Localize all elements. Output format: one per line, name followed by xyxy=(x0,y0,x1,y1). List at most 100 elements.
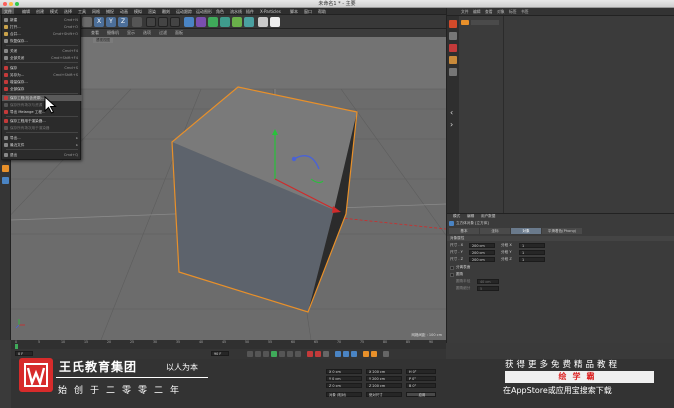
tab-phong[interactable]: 平滑着色(Phong) xyxy=(542,228,582,234)
coord-size-y[interactable]: Y 200 cm xyxy=(366,376,402,381)
am-menu-mode[interactable]: 模式 xyxy=(453,214,460,219)
menu-item-open[interactable]: 打开... Cmd+O xyxy=(2,24,82,30)
coord-rot-h[interactable]: H 0° xyxy=(406,369,436,374)
array-icon[interactable] xyxy=(220,17,230,27)
next-key-icon[interactable] xyxy=(287,351,293,357)
pen-spline-icon[interactable] xyxy=(196,17,206,27)
axis-x-button[interactable]: X xyxy=(94,17,104,27)
menu-pipeline[interactable]: 流水线 xyxy=(230,8,242,15)
timeline-ruler[interactable]: 0 5 10 15 20 25 30 35 40 45 50 55 60 65 … xyxy=(11,340,446,349)
axis-z-button[interactable]: Z xyxy=(118,17,128,27)
pla-key-icon[interactable] xyxy=(371,351,377,357)
viewport-menu-filter[interactable]: 过滤 xyxy=(159,29,167,37)
coord-size-z[interactable]: Z 200 cm xyxy=(366,383,402,388)
prev-frame-icon[interactable] xyxy=(263,351,269,357)
floor-icon[interactable] xyxy=(244,17,254,27)
menu-item-export-melange[interactable]: 导出 Melange 工程... xyxy=(2,109,82,115)
menu-render[interactable]: 渲染 xyxy=(148,8,156,15)
menu-item-revert[interactable]: 恢复保存... xyxy=(2,38,82,44)
coord-mode-select[interactable]: 对象 (相对) xyxy=(326,392,362,397)
menu-animate[interactable]: 动画 xyxy=(120,8,128,15)
viewport-menu-display[interactable]: 显示 xyxy=(127,29,135,37)
menu-sculpt[interactable]: 雕刻 xyxy=(162,8,170,15)
coord-size-x[interactable]: X 200 cm xyxy=(366,369,402,374)
menu-item-merge[interactable]: 合并... Cmd+Shift+O xyxy=(2,31,82,37)
coord-apply-button[interactable]: 应用 xyxy=(406,392,436,397)
menu-item-save-as[interactable]: 另存为... Cmd+Shift+S xyxy=(2,72,82,78)
seg-x-field[interactable]: 1 xyxy=(519,243,545,248)
tab-basic[interactable]: 基本 xyxy=(449,228,479,234)
menu-item-save-all[interactable]: 全部保存 xyxy=(2,86,82,92)
prev-key-icon[interactable] xyxy=(255,351,261,357)
keyframe-selection-icon[interactable] xyxy=(323,351,329,357)
render-picture-viewer-icon[interactable] xyxy=(158,17,168,27)
menu-plugins[interactable]: 插件 xyxy=(246,8,254,15)
menu-mograph[interactable]: 运动图形 xyxy=(196,8,212,15)
cube-object-icon[interactable] xyxy=(449,20,457,28)
render-view-icon[interactable] xyxy=(146,17,156,27)
om-menu-tags[interactable]: 标签 xyxy=(509,8,517,16)
viewport-menu-camera[interactable]: 摄像机 xyxy=(107,29,119,37)
camera-icon[interactable] xyxy=(258,17,268,27)
coord-pos-z[interactable]: Z 0 cm xyxy=(326,383,362,388)
am-menu-edit[interactable]: 编辑 xyxy=(467,214,474,219)
cube-object-row[interactable] xyxy=(471,20,499,25)
subdivision-icon[interactable] xyxy=(208,17,218,27)
undo-icon[interactable] xyxy=(82,17,92,27)
current-frame-field[interactable]: 0 F xyxy=(15,351,33,356)
coord-pos-y[interactable]: Y 0 cm xyxy=(326,376,362,381)
am-menu-user-data[interactable]: 用户数据 xyxy=(481,214,495,219)
menu-item-save-for-render[interactable]: 保存工程用于渲染器... xyxy=(2,118,82,124)
autokey-icon[interactable] xyxy=(315,351,321,357)
end-frame-field[interactable]: 90 F xyxy=(211,351,229,356)
viewport-menu-options[interactable]: 选项 xyxy=(143,29,151,37)
menu-mesh[interactable]: 网格 xyxy=(92,8,100,15)
go-to-end-icon[interactable] xyxy=(295,351,301,357)
snap-icon[interactable] xyxy=(2,165,9,172)
parameter-key-icon[interactable] xyxy=(363,351,369,357)
menu-item-save-project-with-assets[interactable]: 保存工程(包含资源)... xyxy=(2,95,82,101)
tag-icon[interactable] xyxy=(449,56,457,64)
go-to-start-icon[interactable] xyxy=(247,351,253,357)
om-menu-objects[interactable]: 对象 xyxy=(497,8,505,16)
next-frame-icon[interactable] xyxy=(279,351,285,357)
cube-object-row-icon[interactable] xyxy=(461,20,469,25)
coord-pos-x[interactable]: X 0 cm xyxy=(326,369,362,374)
size-y-field[interactable]: 200 cm xyxy=(469,250,495,255)
seg-y-field[interactable]: 1 xyxy=(519,250,545,255)
fillet-checkbox[interactable] xyxy=(450,273,454,277)
menu-item-export[interactable]: 导出... ▸ xyxy=(2,135,82,141)
menu-item-quit[interactable]: 退出 Cmd+Q xyxy=(2,152,82,158)
menu-motion-tracking[interactable]: 运动跟踪 xyxy=(176,8,192,15)
menu-item-incremental-save[interactable]: 增量保存... xyxy=(2,79,82,85)
om-menu-view[interactable]: 查看 xyxy=(485,8,493,16)
menu-item-close-all[interactable]: 全部关闭 Cmd+Shift+F4 xyxy=(2,55,82,61)
menu-item-new[interactable]: 新建 Cmd+N xyxy=(2,17,82,23)
separate-surfaces-checkbox[interactable] xyxy=(450,266,454,270)
coord-rot-b[interactable]: B 0° xyxy=(406,383,436,388)
menu-snap[interactable]: 捕捉 xyxy=(106,8,114,15)
coord-size-mode-select[interactable]: 绝对尺寸 xyxy=(366,392,402,397)
menu-xparticles[interactable]: X-Particles xyxy=(260,8,281,15)
render-settings-icon[interactable] xyxy=(170,17,180,27)
position-key-icon[interactable] xyxy=(335,351,341,357)
menu-script[interactable]: 脚本 xyxy=(290,8,298,15)
light-icon[interactable] xyxy=(270,17,280,27)
record-icon[interactable] xyxy=(307,351,313,357)
chevron-left-icon[interactable]: ‹ xyxy=(450,108,453,117)
timeline-options-icon[interactable] xyxy=(383,351,389,357)
menu-item-close[interactable]: 关闭 Cmd+F4 xyxy=(2,48,82,54)
tab-object[interactable]: 对象 xyxy=(511,228,541,234)
layer-icon[interactable] xyxy=(449,32,457,40)
menu-item-recent-files[interactable]: 最近文件 ▸ xyxy=(2,142,82,148)
tab-coord[interactable]: 坐标 xyxy=(480,228,510,234)
coord-system-icon[interactable] xyxy=(132,17,142,27)
workplane-lock-icon[interactable] xyxy=(2,177,9,184)
om-menu-bookmarks[interactable]: 书签 xyxy=(521,8,529,16)
menu-window[interactable]: 窗口 xyxy=(304,8,312,15)
scale-key-icon[interactable] xyxy=(343,351,349,357)
axis-y-button[interactable]: Y xyxy=(106,17,116,27)
play-icon[interactable] xyxy=(271,351,277,357)
deformer-icon[interactable] xyxy=(232,17,242,27)
chevron-right-icon[interactable]: › xyxy=(450,120,453,129)
